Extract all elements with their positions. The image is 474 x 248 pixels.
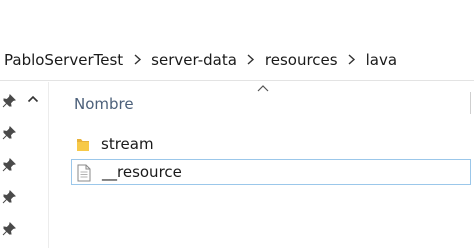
breadcrumb-item-lava[interactable]: lava bbox=[366, 51, 397, 69]
chevron-right-icon[interactable] bbox=[243, 53, 259, 65]
sort-ascending-icon bbox=[257, 84, 269, 92]
chevron-right-icon[interactable] bbox=[344, 53, 360, 65]
breadcrumb-item-pabloservertest[interactable]: PabloServerTest bbox=[4, 51, 123, 69]
pin-icon[interactable] bbox=[2, 126, 16, 140]
column-divider[interactable] bbox=[470, 92, 471, 114]
pin-icon[interactable] bbox=[2, 222, 16, 236]
navigation-pane bbox=[0, 82, 49, 248]
file-name: stream bbox=[101, 135, 154, 153]
file-list-pane: Nombre stream __resource bbox=[49, 82, 474, 248]
folder-icon bbox=[75, 136, 91, 154]
column-header-name[interactable]: Nombre bbox=[74, 92, 134, 116]
pin-icon[interactable] bbox=[2, 190, 16, 204]
pin-icon[interactable] bbox=[2, 158, 16, 172]
breadcrumb-item-resources[interactable]: resources bbox=[265, 51, 338, 69]
ribbon-area bbox=[0, 0, 474, 41]
file-icon bbox=[76, 164, 92, 182]
scroll-up-icon[interactable] bbox=[24, 90, 42, 108]
list-item-folder[interactable]: stream bbox=[71, 132, 471, 158]
breadcrumb-item-server-data[interactable]: server-data bbox=[151, 51, 237, 69]
address-bar-breadcrumb[interactable]: PabloServerTest server-data resources la… bbox=[0, 40, 474, 81]
pin-icon[interactable] bbox=[2, 94, 16, 108]
chevron-right-icon[interactable] bbox=[129, 53, 145, 65]
file-name: __resource bbox=[102, 163, 182, 181]
list-item-file[interactable]: __resource bbox=[71, 159, 471, 185]
